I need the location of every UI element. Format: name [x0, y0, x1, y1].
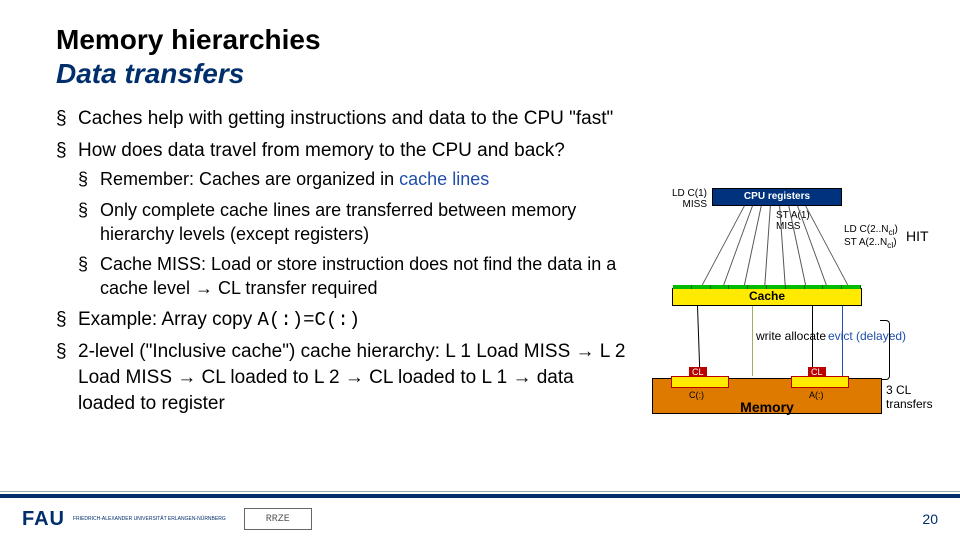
ld-c1-label: LD C(1) MISS	[647, 188, 707, 210]
slide-title: Memory hierarchies	[56, 24, 960, 56]
line-cache-mem-2	[752, 306, 753, 376]
hit-label: HIT	[906, 228, 929, 244]
cache-box: Cache	[672, 288, 862, 306]
memory-label: Memory	[653, 399, 881, 415]
cache-cells	[673, 285, 861, 289]
fau-logo: FAU	[22, 508, 65, 531]
bullet-3-pre: Example: Array copy	[78, 309, 258, 330]
bullet-2a-em: cache lines	[399, 169, 489, 189]
text-column: Caches help with getting instructions an…	[56, 106, 636, 416]
ld-c1-miss: MISS	[683, 199, 707, 210]
cache-label: Cache	[749, 289, 785, 303]
cacheline-c	[671, 376, 729, 388]
ld-c1-text: LD C(1)	[672, 188, 707, 199]
fau-logo-block: FAU Friedrich-Alexander Universität Erla…	[22, 508, 226, 531]
ld-c2-label: LD C(2..Ncl) ST A(2..Ncl)	[844, 224, 898, 250]
bullet-3: Example: Array copy A(:)=C(:)	[56, 307, 636, 334]
bullet-1: Caches help with getting instructions an…	[56, 106, 636, 132]
bullet-4: 2-level ("Inclusive cache") cache hierar…	[56, 339, 636, 416]
ld-c2-close: )	[894, 224, 897, 235]
evict-label: evict (delayed)	[828, 330, 906, 343]
bullet-2b: Only complete cache lines are transferre…	[78, 198, 636, 247]
line-cache-mem-1	[697, 306, 700, 376]
transfers-label: 3 CL transfers	[886, 384, 933, 412]
fau-subtext: Friedrich-Alexander Universität Erlangen…	[73, 517, 226, 522]
bullet-2c: Cache MISS: Load or store instruction do…	[78, 252, 636, 301]
st-a2-close: )	[893, 237, 896, 248]
bullet-2: How does data travel from memory to the …	[56, 138, 636, 301]
write-allocate-text: write allocate	[756, 329, 826, 343]
write-allocate-label: write allocate	[756, 330, 826, 343]
bracket-icon	[880, 320, 890, 380]
page-number: 20	[922, 511, 938, 527]
line-cache-mem-4	[842, 306, 843, 376]
cpu-registers-box: CPU registers	[712, 188, 842, 206]
line-cache-mem-3	[812, 306, 813, 376]
header: Memory hierarchies Data transfers	[0, 0, 960, 96]
memory-box: CL CL C(:) A(:) Memory	[652, 378, 882, 414]
bullet-2-text: How does data travel from memory to the …	[78, 140, 565, 161]
bullet-2a-pre: Remember: Caches are organized in	[100, 169, 399, 189]
footer-divider	[0, 491, 960, 492]
st-a2-text: ST A(2..N	[844, 237, 887, 248]
cacheline-a	[791, 376, 849, 388]
slide: Memory hierarchies Data transfers Caches…	[0, 0, 960, 540]
bullet-2a: Remember: Caches are organized in cache …	[78, 167, 636, 191]
ld-c2-text: LD C(2..N	[844, 224, 888, 235]
evict-text: evict (delayed)	[828, 329, 906, 343]
memory-diagram: CPU registers LD C(1) MISS ST A(1) MISS …	[642, 188, 930, 444]
bullet-3-code: A(:)=C(:)	[258, 309, 361, 331]
footer: FAU Friedrich-Alexander Universität Erla…	[0, 494, 960, 540]
rrze-logo: RRZE	[244, 508, 312, 530]
slide-subtitle: Data transfers	[56, 58, 960, 90]
